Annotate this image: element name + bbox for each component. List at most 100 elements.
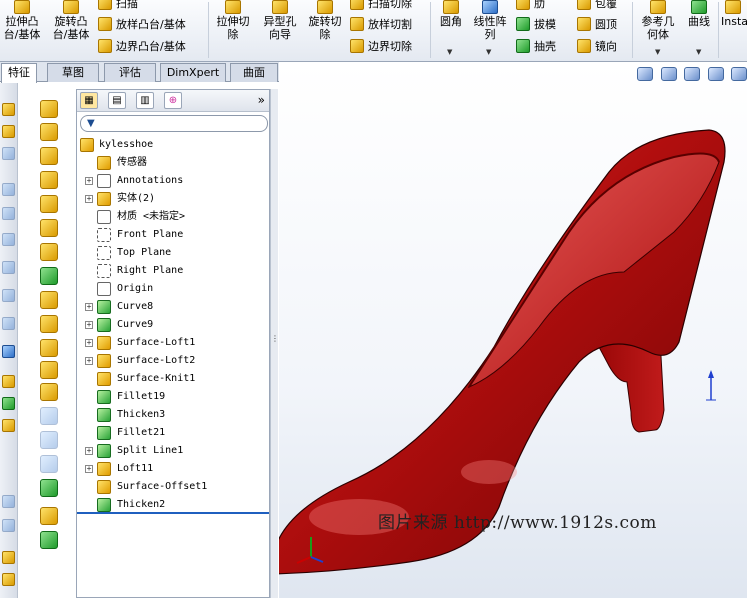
tree-node[interactable]: + Curve9 bbox=[77, 316, 269, 334]
property-manager-tab-icon[interactable]: ▤ bbox=[108, 92, 126, 109]
collapse-panel-icon[interactable]: » bbox=[258, 93, 265, 107]
tree-node[interactable]: + Split Line1 bbox=[77, 442, 269, 460]
rib-button[interactable]: 肋 bbox=[516, 0, 545, 14]
reference-geometry-button[interactable]: 参考几 何体 bbox=[637, 0, 679, 41]
tree-node[interactable]: + Surface-Loft2 bbox=[77, 352, 269, 370]
curves-dropdown-icon[interactable]: ▼ bbox=[696, 48, 701, 56]
tab-sketch[interactable]: 草图 bbox=[47, 63, 99, 82]
rollback-bar[interactable] bbox=[77, 512, 269, 514]
boundary-cut-button[interactable]: 边界切除 bbox=[350, 36, 412, 57]
loft-boss-button[interactable]: 放样凸台/基体 bbox=[98, 14, 186, 35]
revolve-cut-button[interactable]: 旋转切 除 bbox=[305, 0, 345, 41]
sweep-icon[interactable] bbox=[40, 315, 58, 333]
expand-icon[interactable]: + bbox=[85, 447, 93, 455]
tab-surfaces[interactable]: 曲面 bbox=[230, 63, 278, 82]
dome-icon[interactable] bbox=[40, 267, 58, 285]
reference-geometry-dropdown-icon[interactable]: ▼ bbox=[655, 48, 660, 56]
fillet-button[interactable]: 圆角 bbox=[436, 0, 466, 28]
toolbar-icon[interactable] bbox=[2, 289, 15, 302]
tree-node[interactable]: + 实体(2) bbox=[77, 190, 269, 208]
plane-icon[interactable] bbox=[40, 243, 58, 261]
point-icon[interactable] bbox=[40, 507, 58, 525]
boundary-boss-button[interactable]: 边界凸台/基体 bbox=[98, 36, 186, 57]
sweep-cut-button[interactable]: 扫描切除 bbox=[350, 0, 412, 14]
toolbar-icon[interactable] bbox=[2, 345, 15, 358]
revolve-icon[interactable] bbox=[40, 123, 58, 141]
tree-node[interactable]: + Loft11 bbox=[77, 460, 269, 478]
tree-node[interactable]: + Annotations bbox=[77, 172, 269, 190]
split-icon[interactable] bbox=[40, 383, 58, 401]
tree-node[interactable]: Front Plane bbox=[77, 226, 269, 244]
sweep-button[interactable]: 扫描 bbox=[98, 0, 138, 14]
extrude-cut-button[interactable]: 拉伸切 除 bbox=[213, 0, 253, 41]
tree-node[interactable]: Fillet21 bbox=[77, 424, 269, 442]
expand-icon[interactable]: + bbox=[85, 339, 93, 347]
toolbar-icon[interactable] bbox=[2, 495, 15, 508]
toolbar-icon[interactable] bbox=[2, 419, 15, 432]
expand-icon[interactable]: + bbox=[85, 321, 93, 329]
feature-tree-tab-icon[interactable]: ▦ bbox=[80, 92, 98, 109]
toolbar-icon[interactable] bbox=[2, 147, 15, 160]
tab-evaluate[interactable]: 评估 bbox=[104, 63, 156, 82]
feature-tree-filter[interactable]: ▼ bbox=[80, 115, 268, 132]
shell-button[interactable]: 抽壳 bbox=[516, 36, 556, 57]
wrap-button[interactable]: 包覆 bbox=[577, 0, 617, 14]
tab-features[interactable]: 特征 bbox=[1, 63, 37, 83]
toolbar-icon[interactable] bbox=[2, 551, 15, 564]
delete-face-icon[interactable] bbox=[40, 339, 58, 357]
revolve-boss-button[interactable]: 旋转凸 台/基体 bbox=[50, 0, 92, 41]
toolbar-icon[interactable] bbox=[2, 397, 15, 410]
tree-node[interactable]: Origin bbox=[77, 280, 269, 298]
draft-button[interactable]: 拔模 bbox=[516, 14, 556, 35]
toolbar-icon[interactable] bbox=[2, 261, 15, 274]
toolbar-icon[interactable] bbox=[2, 573, 15, 586]
loft-cut-button[interactable]: 放样切割 bbox=[350, 14, 412, 35]
tree-node[interactable]: Right Plane bbox=[77, 262, 269, 280]
tree-node[interactable]: Surface-Knit1 bbox=[77, 370, 269, 388]
tree-node[interactable]: 材质 <未指定> bbox=[77, 208, 269, 226]
panel-splitter[interactable]: ⋮ bbox=[270, 89, 279, 598]
dimxpert-manager-tab-icon[interactable]: ⊕ bbox=[164, 92, 182, 109]
fillet-icon[interactable] bbox=[40, 195, 58, 213]
expand-icon[interactable]: + bbox=[85, 357, 93, 365]
linear-pattern-dropdown-icon[interactable]: ▼ bbox=[486, 48, 491, 56]
extrude-icon[interactable] bbox=[40, 100, 58, 118]
toolbar-icon[interactable] bbox=[2, 233, 15, 246]
linear-pattern-button[interactable]: 线性阵 列 bbox=[470, 0, 510, 41]
toolbar-icon[interactable] bbox=[2, 207, 15, 220]
hole-wizard-button[interactable]: 异型孔 向导 bbox=[258, 0, 302, 41]
fillet-dropdown-icon[interactable]: ▼ bbox=[447, 48, 452, 56]
chamfer-icon[interactable] bbox=[40, 219, 58, 237]
expand-icon[interactable]: + bbox=[85, 177, 93, 185]
shell-icon[interactable] bbox=[40, 291, 58, 309]
tree-node[interactable]: Fillet19 bbox=[77, 388, 269, 406]
toolbar-icon[interactable] bbox=[2, 375, 15, 388]
tab-dimxpert[interactable]: DimXpert bbox=[160, 63, 226, 82]
loft-icon[interactable] bbox=[40, 171, 58, 189]
wrap-icon[interactable] bbox=[40, 361, 58, 379]
curves-button[interactable]: 曲线 bbox=[683, 0, 715, 28]
mirror-button[interactable]: 镜向 bbox=[577, 36, 617, 57]
tree-root-node[interactable]: kylesshoe bbox=[77, 136, 269, 154]
cut-icon[interactable] bbox=[40, 147, 58, 165]
toolbar-icon[interactable] bbox=[2, 317, 15, 330]
dome-button[interactable]: 圆顶 bbox=[577, 14, 617, 35]
tree-node[interactable]: Thicken3 bbox=[77, 406, 269, 424]
tree-node[interactable]: 传感器 bbox=[77, 154, 269, 172]
expand-icon[interactable]: + bbox=[85, 303, 93, 311]
tree-node[interactable]: + Surface-Loft1 bbox=[77, 334, 269, 352]
toolbar-icon[interactable] bbox=[2, 103, 15, 116]
tree-node[interactable]: Surface-Offset1 bbox=[77, 478, 269, 496]
extrude-boss-button[interactable]: 拉伸凸 台/基体 bbox=[2, 0, 42, 41]
tree-node[interactable]: Top Plane bbox=[77, 244, 269, 262]
tree-node[interactable]: + Curve8 bbox=[77, 298, 269, 316]
instant3d-button[interactable]: Insta bbox=[721, 0, 747, 28]
toolbar-icon[interactable] bbox=[2, 183, 15, 196]
curve-icon[interactable] bbox=[40, 531, 58, 549]
toolbar-icon[interactable] bbox=[2, 519, 15, 532]
expand-icon[interactable]: + bbox=[85, 195, 93, 203]
toolbar-icon[interactable] bbox=[2, 125, 15, 138]
expand-icon[interactable]: + bbox=[85, 465, 93, 473]
surface-icon[interactable] bbox=[40, 479, 58, 497]
configuration-manager-tab-icon[interactable]: ▥ bbox=[136, 92, 154, 109]
